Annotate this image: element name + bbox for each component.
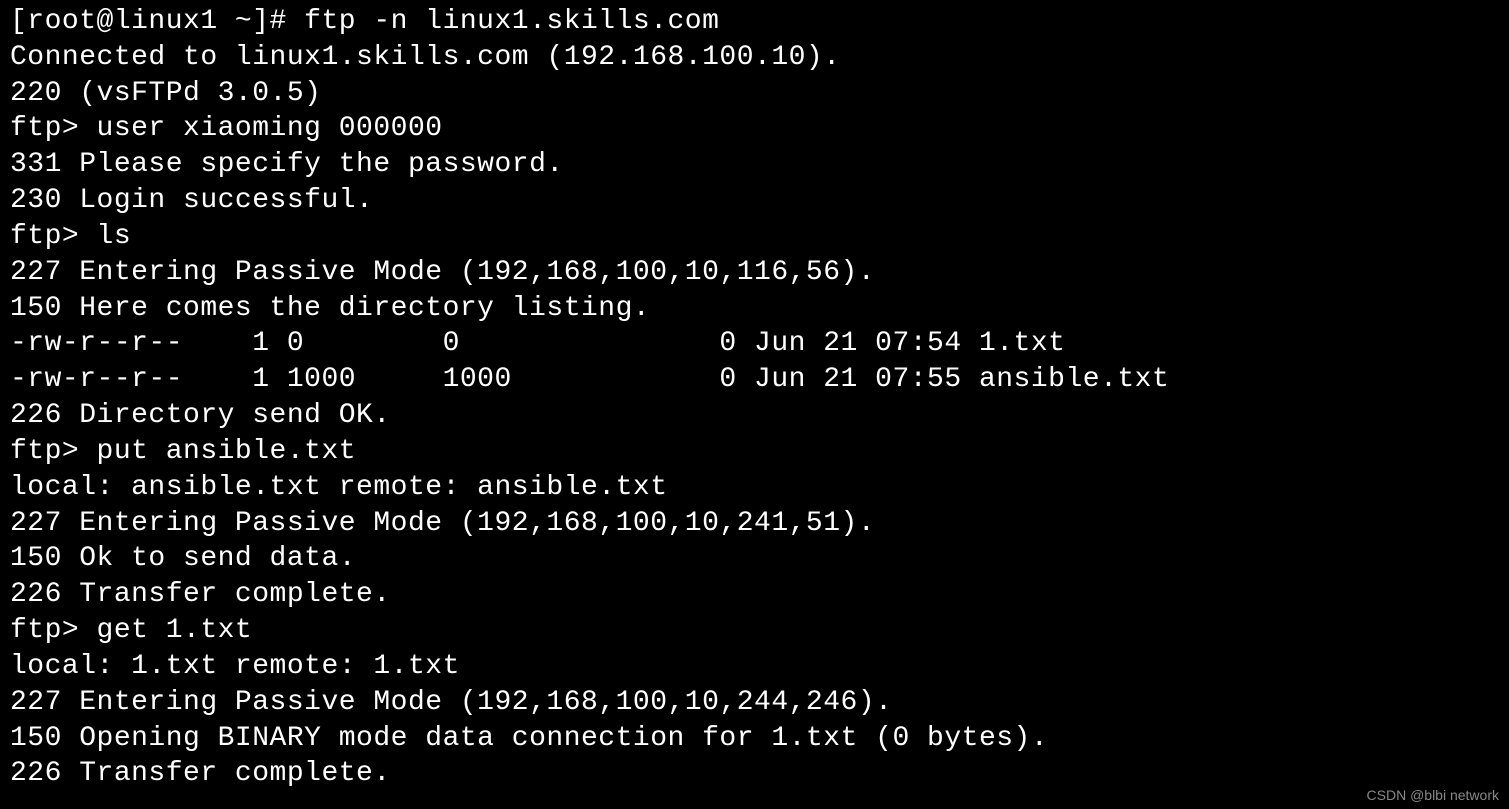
terminal-line: ftp> user xiaoming 000000: [10, 111, 1499, 147]
terminal-line: [root@linux1 ~]# ftp -n linux1.skills.co…: [10, 4, 1499, 40]
terminal-line: ftp> put ansible.txt: [10, 434, 1499, 470]
terminal-line: 227 Entering Passive Mode (192,168,100,1…: [10, 255, 1499, 291]
terminal-line: 230 Login successful.: [10, 183, 1499, 219]
terminal-line: 226 Transfer complete.: [10, 756, 1499, 792]
terminal-line: local: 1.txt remote: 1.txt: [10, 649, 1499, 685]
terminal-line: ftp> ls: [10, 219, 1499, 255]
terminal-line: 226 Transfer complete.: [10, 577, 1499, 613]
terminal-line: 150 Ok to send data.: [10, 541, 1499, 577]
terminal-line: -rw-r--r-- 1 1000 1000 0 Jun 21 07:55 an…: [10, 362, 1499, 398]
terminal-line: 226 Directory send OK.: [10, 398, 1499, 434]
terminal-line: 220 (vsFTPd 3.0.5): [10, 76, 1499, 112]
terminal-line: -rw-r--r-- 1 0 0 0 Jun 21 07:54 1.txt: [10, 326, 1499, 362]
terminal-line: local: ansible.txt remote: ansible.txt: [10, 470, 1499, 506]
terminal-line: 150 Opening BINARY mode data connection …: [10, 721, 1499, 757]
terminal-line: 150 Here comes the directory listing.: [10, 291, 1499, 327]
terminal-line: 331 Please specify the password.: [10, 147, 1499, 183]
terminal-line: 227 Entering Passive Mode (192,168,100,1…: [10, 685, 1499, 721]
watermark-text: CSDN @blbi network: [1367, 787, 1499, 805]
terminal-line: 227 Entering Passive Mode (192,168,100,1…: [10, 506, 1499, 542]
terminal-output[interactable]: [root@linux1 ~]# ftp -n linux1.skills.co…: [10, 4, 1499, 792]
terminal-line: Connected to linux1.skills.com (192.168.…: [10, 40, 1499, 76]
terminal-line: ftp> get 1.txt: [10, 613, 1499, 649]
